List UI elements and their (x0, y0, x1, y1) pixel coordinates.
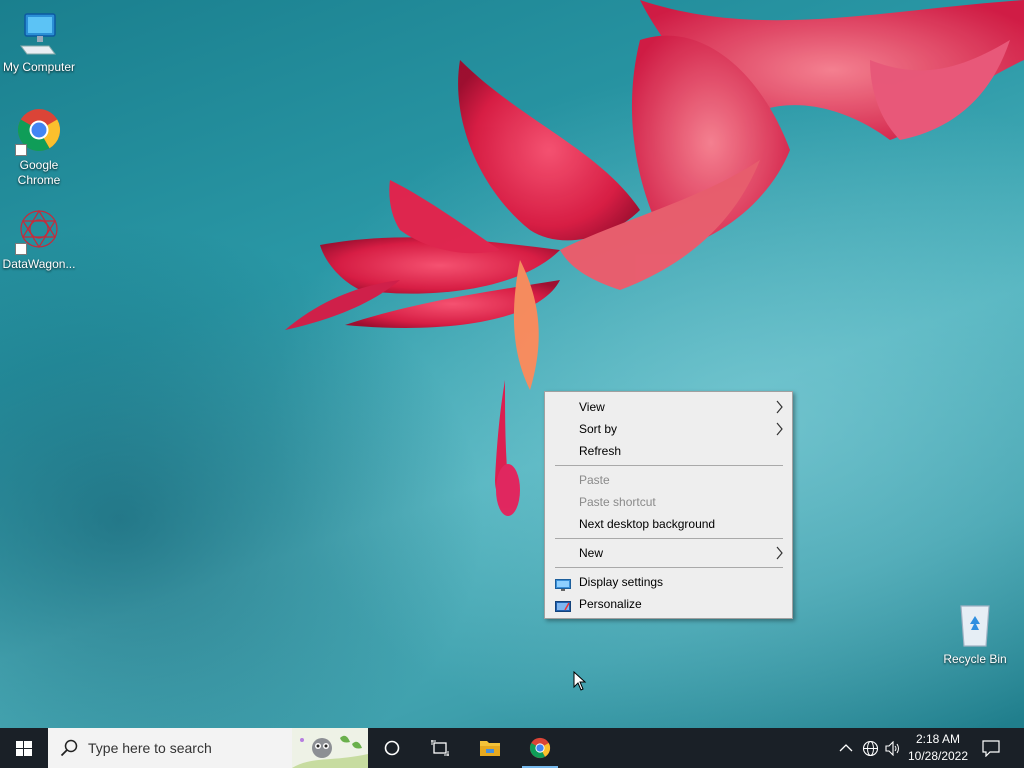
task-view-button[interactable] (416, 728, 464, 768)
taskbar: Type here to search 2:18 AM 10/28/2022 (0, 728, 1024, 768)
desktop-icon-my-computer[interactable]: My Computer (1, 10, 77, 75)
computer-icon (15, 10, 63, 58)
search-highlight-illustration-icon (292, 728, 368, 768)
menu-item-paste-shortcut: Paste shortcut (545, 491, 792, 513)
menu-item-view[interactable]: View (545, 396, 792, 418)
taskbar-clock[interactable]: 2:18 AM 10/28/2022 (902, 731, 974, 765)
mouse-cursor-icon (573, 671, 587, 691)
menu-item-refresh[interactable]: Refresh (545, 440, 792, 462)
menu-item-label: New (579, 546, 604, 560)
menu-item-label: Display settings (579, 575, 664, 589)
context-menu: View Sort by Refresh Paste Paste shortcu… (544, 391, 793, 619)
desktop-icon-label: My Computer (2, 60, 76, 74)
network-globe-icon[interactable] (862, 740, 879, 757)
menu-item-display-settings[interactable]: Display settings (545, 571, 792, 593)
menu-item-label: Sort by (579, 422, 618, 436)
desktop-icon-label: Google Chrome (17, 158, 61, 187)
desktop-icon-datawagon[interactable]: DataWagon... (1, 207, 77, 272)
menu-item-label: Refresh (579, 444, 622, 458)
desktop-icon-label: Recycle Bin (943, 652, 1007, 666)
menu-separator (555, 567, 783, 568)
search-icon (60, 739, 78, 757)
display-icon (555, 576, 571, 591)
cortana-button[interactable] (368, 728, 416, 768)
desktop-icon-label: DataWagon... (2, 257, 76, 271)
volume-icon[interactable] (885, 741, 901, 756)
menu-item-sort-by[interactable]: Sort by (545, 418, 792, 440)
task-view-icon (431, 740, 449, 756)
chrome-icon (15, 108, 63, 156)
menu-separator (555, 465, 783, 466)
menu-item-personalize[interactable]: Personalize (545, 593, 792, 615)
menu-separator (555, 538, 783, 539)
menu-item-paste: Paste (545, 469, 792, 491)
windows-logo-icon (16, 741, 32, 756)
desktop[interactable]: My Computer Google Chrome DataWagon... R… (0, 0, 1024, 728)
notification-center-icon[interactable] (982, 740, 1000, 757)
chevron-up-icon[interactable] (839, 742, 853, 754)
taskbar-search-box[interactable]: Type here to search (48, 728, 368, 768)
desktop-icon-recycle-bin[interactable]: Recycle Bin (937, 602, 1013, 667)
wallpaper-flower (285, 0, 1024, 516)
personalize-icon (555, 598, 571, 612)
shortcut-arrow-icon (15, 243, 27, 255)
taskbar-file-explorer-button[interactable] (466, 728, 514, 768)
menu-item-label: Paste (579, 473, 610, 487)
recycle-bin-icon (951, 602, 999, 650)
chrome-icon (529, 737, 551, 759)
menu-item-new[interactable]: New (545, 542, 792, 564)
start-button[interactable] (0, 728, 48, 768)
menu-item-label: Personalize (579, 597, 642, 611)
clock-time: 2:18 AM (915, 732, 961, 746)
shortcut-arrow-icon (15, 144, 27, 156)
menu-item-label: Next desktop background (579, 517, 716, 531)
clock-date: 10/28/2022 (907, 749, 969, 763)
datawagon-icon (15, 207, 63, 255)
folder-icon (480, 741, 500, 756)
cortana-circle-icon (384, 740, 400, 756)
taskbar-chrome-button[interactable] (516, 728, 564, 768)
desktop-icon-google-chrome[interactable]: Google Chrome (1, 108, 77, 188)
search-placeholder: Type here to search (88, 740, 212, 756)
menu-item-next-desktop-background[interactable]: Next desktop background (545, 513, 792, 535)
menu-item-label: View (579, 400, 605, 414)
menu-item-label: Paste shortcut (579, 495, 656, 509)
